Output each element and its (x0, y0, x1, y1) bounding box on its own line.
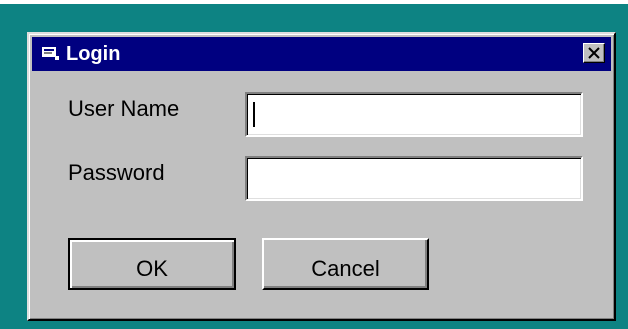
close-button[interactable] (583, 43, 605, 63)
ok-button-label: OK (136, 256, 168, 281)
password-label: Password (68, 160, 165, 185)
cancel-button[interactable]: Cancel (262, 238, 429, 290)
username-label: User Name (68, 96, 180, 121)
password-field[interactable] (245, 156, 583, 201)
ok-button[interactable]: OK (68, 238, 236, 290)
app-icon (42, 47, 60, 61)
title-bar[interactable]: Login (32, 37, 611, 71)
login-dialog: Login User Name Password OK Cancel (27, 32, 616, 321)
text-cursor (253, 102, 255, 127)
window-title: Login (66, 43, 121, 65)
close-icon (588, 47, 600, 59)
cancel-button-label: Cancel (311, 256, 380, 281)
username-field[interactable] (245, 92, 583, 137)
desktop-background: Login User Name Password OK Cancel (0, 4, 628, 329)
